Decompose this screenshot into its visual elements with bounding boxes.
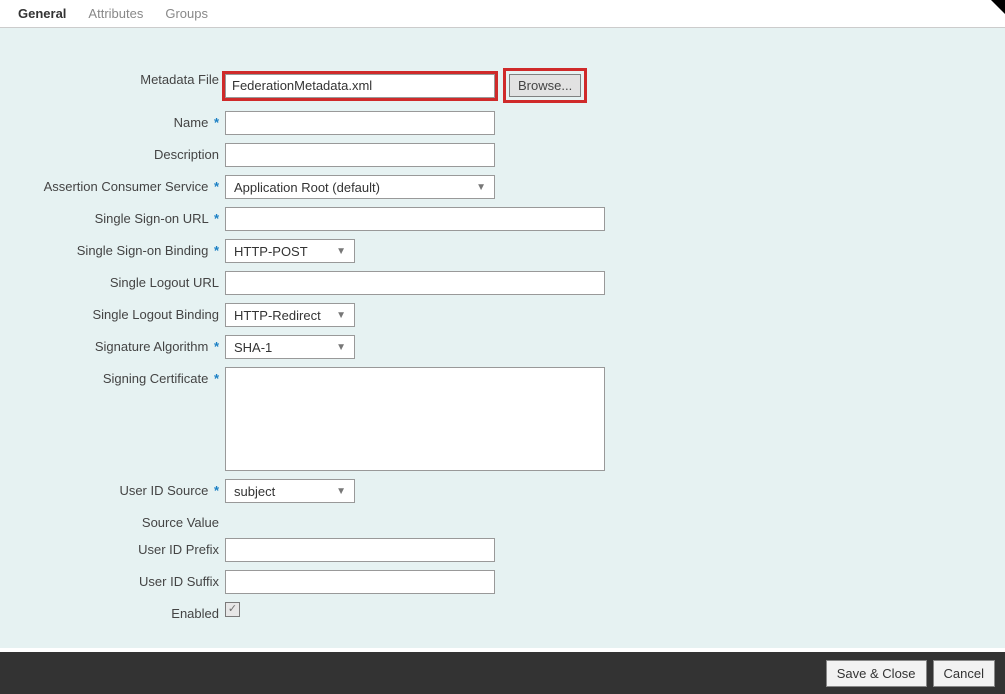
chevron-down-icon: ▼ [336,342,346,353]
row-acs: Assertion Consumer Service * Application… [20,175,985,199]
sig-algo-select[interactable]: SHA-1 ▼ [225,335,355,359]
footer-bar: Save & Close Cancel [0,652,1005,694]
row-sso-binding: Single Sign-on Binding * HTTP-POST ▼ [20,239,985,263]
form-panel: Metadata File Browse... Name * Descripti… [0,28,1005,648]
row-sig-algo: Signature Algorithm * SHA-1 ▼ [20,335,985,359]
label-acs: Assertion Consumer Service [44,179,209,194]
row-slo-url: Single Logout URL [20,271,985,295]
required-icon: * [214,483,219,498]
label-enabled: Enabled [171,606,219,621]
label-sso-url: Single Sign-on URL [95,211,209,226]
chevron-down-icon: ▼ [476,182,486,193]
row-description: Description [20,143,985,167]
save-close-button[interactable]: Save & Close [826,660,927,687]
uid-prefix-input[interactable] [225,538,495,562]
row-metadata-file: Metadata File Browse... [20,68,985,103]
label-metadata-file: Metadata File [20,68,225,87]
label-slo-binding: Single Logout Binding [93,307,220,322]
row-uid-source: User ID Source * subject ▼ [20,479,985,503]
required-icon: * [214,371,219,386]
metadata-file-input[interactable] [225,74,495,98]
slo-url-input[interactable] [225,271,605,295]
corner-fold-icon [991,0,1005,14]
label-uid-source: User ID Source [119,483,208,498]
label-uid-prefix: User ID Prefix [138,542,219,557]
chevron-down-icon: ▼ [336,246,346,257]
label-signing-cert: Signing Certificate [103,371,209,386]
chevron-down-icon: ▼ [336,310,346,321]
uid-suffix-input[interactable] [225,570,495,594]
label-description: Description [154,147,219,162]
row-sso-url: Single Sign-on URL * [20,207,985,231]
tab-general[interactable]: General [18,6,66,23]
label-sig-algo: Signature Algorithm [95,339,208,354]
signing-cert-textarea[interactable] [225,367,605,471]
required-icon: * [214,243,219,258]
required-icon: * [214,339,219,354]
row-name: Name * [20,111,985,135]
cancel-button[interactable]: Cancel [933,660,995,687]
description-input[interactable] [225,143,495,167]
acs-select[interactable]: Application Root (default) ▼ [225,175,495,199]
browse-button[interactable]: Browse... [509,74,581,97]
uid-source-select[interactable]: subject ▼ [225,479,355,503]
row-uid-suffix: User ID Suffix [20,570,985,594]
browse-highlight: Browse... [503,68,587,103]
sso-binding-select[interactable]: HTTP-POST ▼ [225,239,355,263]
name-input[interactable] [225,111,495,135]
row-signing-cert: Signing Certificate * [20,367,985,471]
row-enabled: Enabled ✓ [20,602,985,621]
required-icon: * [214,179,219,194]
chevron-down-icon: ▼ [336,486,346,497]
enabled-checkbox[interactable]: ✓ [225,602,240,617]
label-uid-suffix: User ID Suffix [139,574,219,589]
slo-binding-select[interactable]: HTTP-Redirect ▼ [225,303,355,327]
row-uid-prefix: User ID Prefix [20,538,985,562]
sso-url-input[interactable] [225,207,605,231]
label-sso-binding: Single Sign-on Binding [77,243,209,258]
required-icon: * [214,211,219,226]
tabs: General Attributes Groups [0,0,1005,28]
row-slo-binding: Single Logout Binding HTTP-Redirect ▼ [20,303,985,327]
label-slo-url: Single Logout URL [110,275,219,290]
tab-attributes[interactable]: Attributes [88,6,143,23]
tab-groups[interactable]: Groups [165,6,208,23]
row-source-value: Source Value [20,511,985,530]
required-icon: * [214,115,219,130]
label-name: Name [174,115,209,130]
label-source-value: Source Value [142,515,219,530]
